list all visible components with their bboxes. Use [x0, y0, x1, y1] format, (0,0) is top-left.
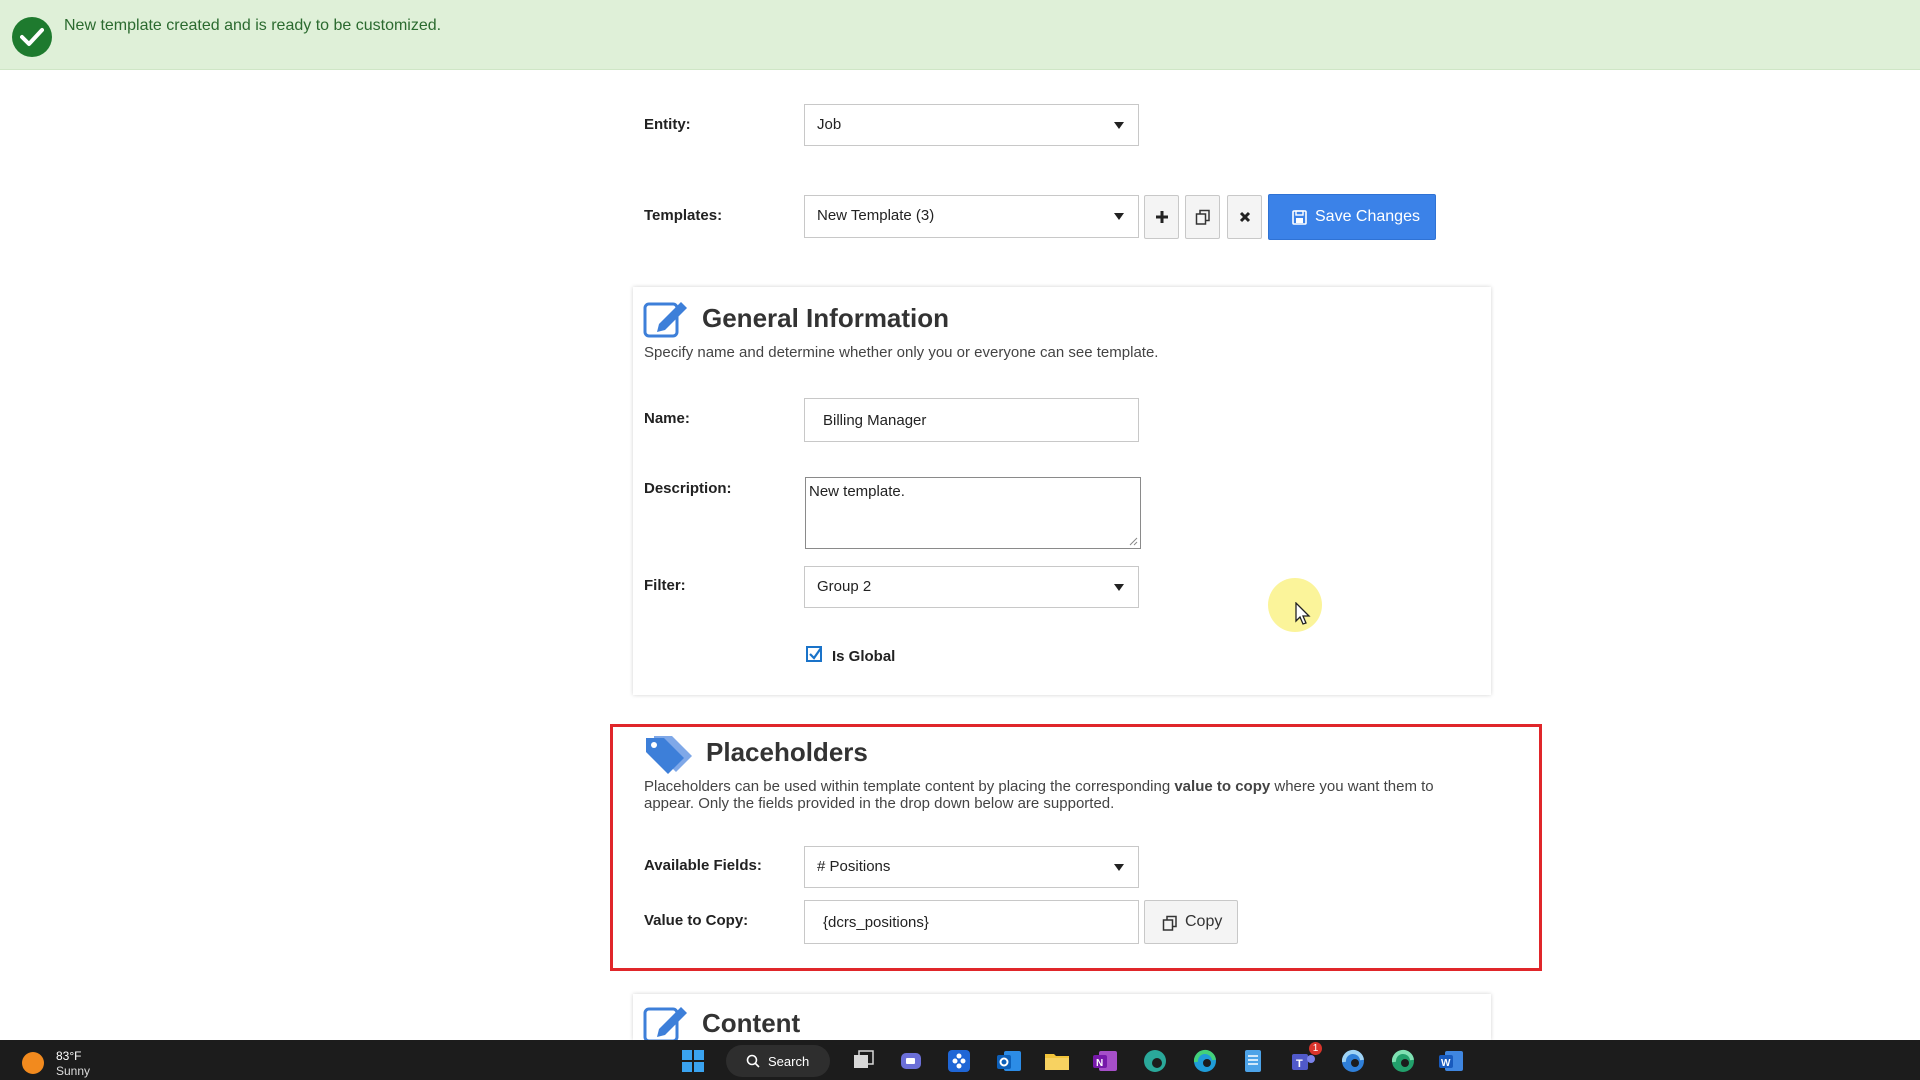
entity-label: Entity: — [644, 116, 691, 133]
taskbar-search-label: Search — [768, 1054, 810, 1069]
placeholders-highlight-box — [610, 724, 1542, 971]
weather-temperature[interactable]: 83°F — [56, 1049, 81, 1063]
content-title: Content — [702, 1008, 801, 1038]
teams-icon[interactable]: T 1 — [1288, 1042, 1322, 1076]
duplicate-template-button[interactable] — [1185, 195, 1220, 239]
edge-dev-icon[interactable] — [1140, 1046, 1170, 1076]
svg-text:W: W — [1441, 1058, 1451, 1069]
check-circle-icon — [12, 17, 52, 57]
notepad-icon[interactable] — [1238, 1046, 1268, 1076]
edge-icon[interactable] — [1190, 1046, 1220, 1076]
plus-icon — [1156, 211, 1168, 223]
edit-icon — [643, 1007, 687, 1041]
chevron-down-icon — [1114, 213, 1124, 220]
chevron-down-icon — [1114, 584, 1124, 591]
save-changes-button[interactable]: Save Changes — [1268, 194, 1436, 240]
filter-select-value: Group 2 — [817, 578, 872, 595]
outlook-icon[interactable] — [994, 1046, 1024, 1076]
banner-message: New template created and is ready to be … — [64, 17, 442, 34]
description-label: Description: — [644, 480, 732, 497]
is-global-label: Is Global — [832, 648, 896, 665]
filter-label: Filter: — [644, 577, 686, 594]
taskbar: 83°F Sunny Search N T 1 W — [0, 1040, 1920, 1080]
onenote-icon[interactable]: N — [1090, 1046, 1120, 1076]
entity-select[interactable]: Job — [804, 104, 1139, 146]
name-input[interactable]: Billing Manager — [804, 398, 1139, 442]
copy-icon — [1195, 209, 1210, 225]
svg-text:N: N — [1096, 1058, 1103, 1069]
sun-icon[interactable] — [22, 1052, 44, 1074]
quick-assist-icon[interactable] — [944, 1046, 974, 1076]
description-textarea[interactable]: New template. — [805, 477, 1141, 549]
svg-text:T: T — [1296, 1058, 1303, 1070]
name-input-value: Billing Manager — [823, 412, 927, 429]
taskbar-search-button[interactable]: Search — [726, 1045, 830, 1077]
general-information-title: General Information — [702, 303, 950, 333]
resize-handle-icon[interactable] — [1128, 536, 1138, 546]
close-icon — [1239, 211, 1251, 223]
edge-canary-icon[interactable] — [1388, 1046, 1418, 1076]
is-global-checkbox[interactable] — [806, 646, 822, 662]
page: New template created and is ready to be … — [0, 0, 1920, 1080]
chevron-down-icon — [1114, 122, 1124, 129]
teams-notification-badge: 1 — [1309, 1042, 1322, 1055]
add-template-button[interactable] — [1144, 195, 1179, 239]
search-icon — [746, 1054, 760, 1068]
name-label: Name: — [644, 410, 690, 427]
description-textarea-value: New template. — [809, 483, 905, 500]
entity-select-value: Job — [817, 116, 842, 133]
file-explorer-icon[interactable] — [1042, 1046, 1072, 1076]
filter-select[interactable]: Group 2 — [804, 566, 1139, 608]
templates-label: Templates: — [644, 207, 723, 224]
delete-template-button[interactable] — [1227, 195, 1262, 239]
templates-select[interactable]: New Template (3) — [804, 195, 1139, 238]
checkmark-icon — [809, 647, 822, 660]
edit-icon — [643, 302, 687, 338]
success-banner: New template created and is ready to be … — [0, 0, 1920, 70]
teams-chat-icon[interactable] — [896, 1046, 926, 1076]
word-icon[interactable]: W — [1436, 1046, 1466, 1076]
templates-select-value: New Template (3) — [817, 207, 935, 224]
edge-beta-icon[interactable] — [1338, 1046, 1368, 1076]
general-information-subtitle: Specify name and determine whether only … — [644, 344, 1159, 361]
save-icon — [1292, 210, 1307, 225]
save-changes-label: Save Changes — [1315, 208, 1420, 225]
mouse-pointer-icon — [1295, 602, 1311, 625]
weather-condition[interactable]: Sunny — [56, 1064, 90, 1078]
start-icon[interactable] — [678, 1046, 708, 1076]
task-view-icon[interactable] — [848, 1046, 878, 1076]
